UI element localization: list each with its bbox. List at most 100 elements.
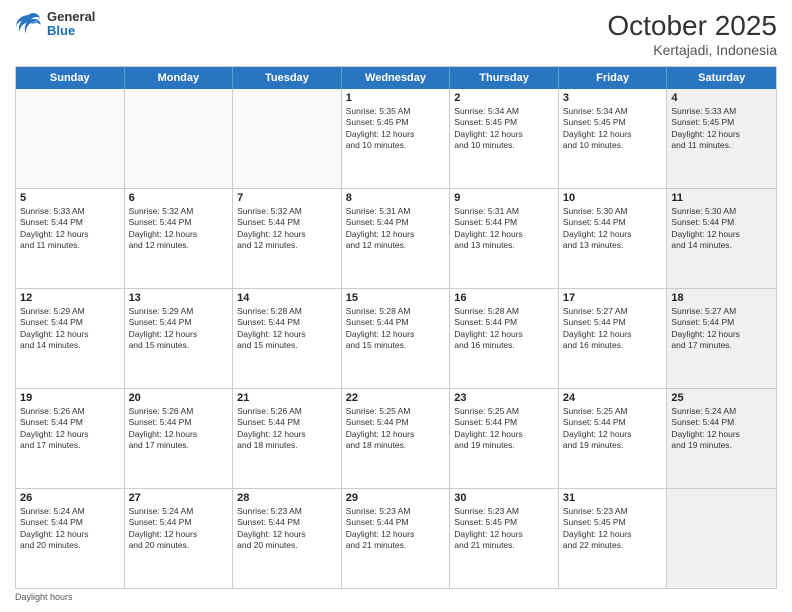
day-cell-10: 10 Sunrise: 5:30 AM Sunset: 5:44 PM Dayli… <box>559 189 668 288</box>
day-cell-13: 13 Sunrise: 5:29 AM Sunset: 5:44 PM Dayli… <box>125 289 234 388</box>
day-cell-26: 26Sunrise: 5:24 AM Sunset: 5:44 PM Dayli… <box>16 489 125 588</box>
day-cell-18: 18 Sunrise: 5:27 AM Sunset: 5:44 PM Dayli… <box>667 289 776 388</box>
cell-text: Sunrise: 5:26 AM Sunset: 5:44 PM Dayligh… <box>129 406 229 452</box>
day-header-tuesday: Tuesday <box>233 67 342 89</box>
day-cell-30: 30 Sunrise: 5:23 AM Sunset: 5:45 PM Dayli… <box>450 489 559 588</box>
calendar-week-3: 12 Sunrise: 5:29 AM Sunset: 5:44 PM Dayli… <box>16 289 776 389</box>
day-number: 29 <box>346 492 446 504</box>
day-cell-20: 20 Sunrise: 5:26 AM Sunset: 5:44 PM Dayli… <box>125 389 234 488</box>
footer-note: Daylight hours <box>15 589 777 602</box>
calendar-header: SundayMondayTuesdayWednesdayThursdayFrid… <box>16 67 776 89</box>
cell-text: Sunrise: 5:30 AM Sunset: 5:44 PM Dayligh… <box>671 206 772 252</box>
day-cell-27: 27Sunrise: 5:24 AM Sunset: 5:44 PM Dayli… <box>125 489 234 588</box>
day-cell-7: 7 Sunrise: 5:32 AM Sunset: 5:44 PM Daylig… <box>233 189 342 288</box>
empty-cell-0-0 <box>16 89 125 188</box>
calendar-body: 1Sunrise: 5:35 AM Sunset: 5:45 PM Daylig… <box>16 89 776 588</box>
day-header-saturday: Saturday <box>667 67 776 89</box>
cell-text: Sunrise: 5:35 AM Sunset: 5:45 PM Dayligh… <box>346 106 446 152</box>
cell-text: Sunrise: 5:27 AM Sunset: 5:44 PM Dayligh… <box>671 306 772 352</box>
cell-text: Sunrise: 5:26 AM Sunset: 5:44 PM Dayligh… <box>20 406 120 452</box>
day-header-sunday: Sunday <box>16 67 125 89</box>
day-header-thursday: Thursday <box>450 67 559 89</box>
day-header-friday: Friday <box>559 67 668 89</box>
day-number: 30 <box>454 492 554 504</box>
day-number: 13 <box>129 292 229 304</box>
day-cell-9: 9 Sunrise: 5:31 AM Sunset: 5:44 PM Daylig… <box>450 189 559 288</box>
day-cell-31: 31Sunrise: 5:23 AM Sunset: 5:45 PM Dayli… <box>559 489 668 588</box>
cell-text: Sunrise: 5:23 AM Sunset: 5:44 PM Dayligh… <box>237 506 337 552</box>
calendar-week-5: 26Sunrise: 5:24 AM Sunset: 5:44 PM Dayli… <box>16 489 776 588</box>
page-title: October 2025 <box>607 10 777 42</box>
cell-text: Sunrise: 5:33 AM Sunset: 5:44 PM Dayligh… <box>20 206 120 252</box>
cell-text: Sunrise: 5:24 AM Sunset: 5:44 PM Dayligh… <box>671 406 772 452</box>
logo-bird-icon <box>15 10 43 38</box>
cell-text: Sunrise: 5:25 AM Sunset: 5:44 PM Dayligh… <box>563 406 663 452</box>
day-cell-23: 23 Sunrise: 5:25 AM Sunset: 5:44 PM Dayli… <box>450 389 559 488</box>
cell-text: Sunrise: 5:29 AM Sunset: 5:44 PM Dayligh… <box>129 306 229 352</box>
day-number: 8 <box>346 192 446 204</box>
day-cell-5: 5 Sunrise: 5:33 AM Sunset: 5:44 PM Daylig… <box>16 189 125 288</box>
cell-text: Sunrise: 5:27 AM Sunset: 5:44 PM Dayligh… <box>563 306 663 352</box>
logo-general: General <box>47 10 95 24</box>
day-number: 21 <box>237 392 337 404</box>
day-header-monday: Monday <box>125 67 234 89</box>
page-subtitle: Kertajadi, Indonesia <box>607 42 777 58</box>
calendar: SundayMondayTuesdayWednesdayThursdayFrid… <box>15 66 777 589</box>
day-number: 14 <box>237 292 337 304</box>
day-number: 10 <box>563 192 663 204</box>
cell-text: Sunrise: 5:29 AM Sunset: 5:44 PM Dayligh… <box>20 306 120 352</box>
day-cell-28: 28 Sunrise: 5:23 AM Sunset: 5:44 PM Dayli… <box>233 489 342 588</box>
day-cell-16: 16Sunrise: 5:28 AM Sunset: 5:44 PM Dayli… <box>450 289 559 388</box>
day-number: 22 <box>346 392 446 404</box>
cell-text: Sunrise: 5:26 AM Sunset: 5:44 PM Dayligh… <box>237 406 337 452</box>
day-number: 16 <box>454 292 554 304</box>
day-number: 25 <box>671 392 772 404</box>
cell-text: Sunrise: 5:23 AM Sunset: 5:45 PM Dayligh… <box>454 506 554 552</box>
day-cell-3: 3Sunrise: 5:34 AM Sunset: 5:45 PM Daylig… <box>559 89 668 188</box>
calendar-week-2: 5 Sunrise: 5:33 AM Sunset: 5:44 PM Daylig… <box>16 189 776 289</box>
cell-text: Sunrise: 5:30 AM Sunset: 5:44 PM Dayligh… <box>563 206 663 252</box>
cell-text: Sunrise: 5:25 AM Sunset: 5:44 PM Dayligh… <box>346 406 446 452</box>
calendar-week-4: 19 Sunrise: 5:26 AM Sunset: 5:44 PM Dayli… <box>16 389 776 489</box>
day-cell-25: 25 Sunrise: 5:24 AM Sunset: 5:44 PM Dayli… <box>667 389 776 488</box>
day-number: 20 <box>129 392 229 404</box>
day-number: 18 <box>671 292 772 304</box>
cell-text: Sunrise: 5:23 AM Sunset: 5:44 PM Dayligh… <box>346 506 446 552</box>
logo-text: General Blue <box>47 10 95 39</box>
header: General Blue October 2025 Kertajadi, Ind… <box>15 10 777 58</box>
day-cell-15: 15 Sunrise: 5:28 AM Sunset: 5:44 PM Dayli… <box>342 289 451 388</box>
day-cell-8: 8 Sunrise: 5:31 AM Sunset: 5:44 PM Daylig… <box>342 189 451 288</box>
day-cell-14: 14Sunrise: 5:28 AM Sunset: 5:44 PM Dayli… <box>233 289 342 388</box>
day-number: 23 <box>454 392 554 404</box>
day-number: 5 <box>20 192 120 204</box>
day-cell-24: 24Sunrise: 5:25 AM Sunset: 5:44 PM Dayli… <box>559 389 668 488</box>
cell-text: Sunrise: 5:31 AM Sunset: 5:44 PM Dayligh… <box>346 206 446 252</box>
empty-cell-0-2 <box>233 89 342 188</box>
calendar-week-1: 1Sunrise: 5:35 AM Sunset: 5:45 PM Daylig… <box>16 89 776 189</box>
day-number: 15 <box>346 292 446 304</box>
cell-text: Sunrise: 5:34 AM Sunset: 5:45 PM Dayligh… <box>563 106 663 152</box>
empty-cell-0-1 <box>125 89 234 188</box>
day-number: 7 <box>237 192 337 204</box>
day-number: 4 <box>671 92 772 104</box>
day-number: 2 <box>454 92 554 104</box>
cell-text: Sunrise: 5:34 AM Sunset: 5:45 PM Dayligh… <box>454 106 554 152</box>
day-number: 12 <box>20 292 120 304</box>
day-cell-1: 1Sunrise: 5:35 AM Sunset: 5:45 PM Daylig… <box>342 89 451 188</box>
cell-text: Sunrise: 5:32 AM Sunset: 5:44 PM Dayligh… <box>237 206 337 252</box>
day-number: 17 <box>563 292 663 304</box>
cell-text: Sunrise: 5:25 AM Sunset: 5:44 PM Dayligh… <box>454 406 554 452</box>
cell-text: Sunrise: 5:32 AM Sunset: 5:44 PM Dayligh… <box>129 206 229 252</box>
day-number: 6 <box>129 192 229 204</box>
day-number: 28 <box>237 492 337 504</box>
cell-text: Sunrise: 5:31 AM Sunset: 5:44 PM Dayligh… <box>454 206 554 252</box>
day-number: 26 <box>20 492 120 504</box>
day-number: 19 <box>20 392 120 404</box>
logo: General Blue <box>15 10 95 39</box>
day-cell-6: 6 Sunrise: 5:32 AM Sunset: 5:44 PM Daylig… <box>125 189 234 288</box>
cell-text: Sunrise: 5:28 AM Sunset: 5:44 PM Dayligh… <box>346 306 446 352</box>
day-number: 9 <box>454 192 554 204</box>
day-cell-19: 19 Sunrise: 5:26 AM Sunset: 5:44 PM Dayli… <box>16 389 125 488</box>
day-cell-12: 12 Sunrise: 5:29 AM Sunset: 5:44 PM Dayli… <box>16 289 125 388</box>
day-cell-21: 21 Sunrise: 5:26 AM Sunset: 5:44 PM Dayli… <box>233 389 342 488</box>
